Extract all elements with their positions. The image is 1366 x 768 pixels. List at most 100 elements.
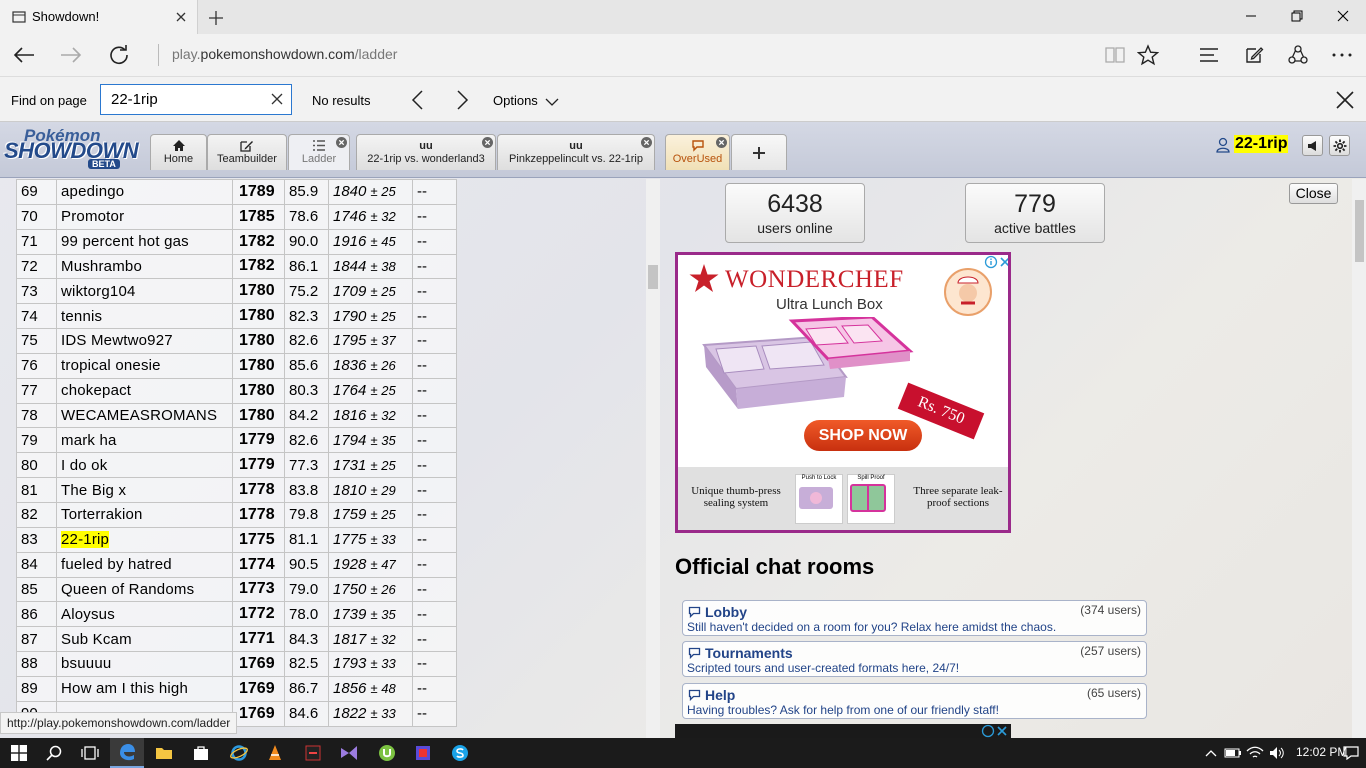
restore-icon[interactable] bbox=[1274, 0, 1320, 32]
favorite-star-icon[interactable] bbox=[1135, 42, 1161, 68]
sound-button[interactable] bbox=[1302, 135, 1323, 156]
showdown-logo[interactable]: Pokémon SHOWDOWN BETA bbox=[4, 126, 150, 172]
users-online-box[interactable]: 6438 users online bbox=[725, 183, 865, 243]
find-options-menu[interactable]: Options bbox=[493, 93, 559, 108]
ladder-scrollbar[interactable] bbox=[646, 179, 660, 738]
ladder-username[interactable]: How am I this high bbox=[61, 680, 188, 697]
ladder-username[interactable]: Torterrakion bbox=[61, 506, 143, 523]
ladder-username[interactable]: WECAMEASROMANS bbox=[61, 407, 217, 424]
main-scrollbar[interactable] bbox=[1352, 179, 1366, 738]
push-to-lock-label: Push to Lock bbox=[801, 475, 837, 481]
ladder-username[interactable]: I do ok bbox=[61, 457, 107, 474]
ladder-username[interactable]: Sub Kcam bbox=[61, 631, 132, 648]
visual-studio-icon[interactable] bbox=[332, 738, 366, 768]
room-help[interactable]: Help (65 users) Having troubles? Ask for… bbox=[682, 683, 1147, 719]
ladder-username[interactable]: chokepact bbox=[61, 382, 131, 399]
vlc-icon[interactable] bbox=[258, 738, 292, 768]
ladder-username[interactable]: apedingo bbox=[61, 183, 124, 200]
ladder-rank: 71 bbox=[16, 228, 57, 255]
url-field[interactable]: play.pokemonshowdown.com/ladder bbox=[172, 46, 397, 62]
ladder-username[interactable]: wiktorg104 bbox=[61, 283, 136, 300]
ad-info-close-icon[interactable] bbox=[981, 724, 1009, 738]
edge-taskbar-icon[interactable] bbox=[110, 738, 144, 768]
ladder-username[interactable]: bsuuuu bbox=[61, 655, 111, 672]
skype-icon[interactable] bbox=[443, 738, 477, 768]
tab-battle-2[interactable]: uu Pinkzeppelincult vs. 22-1rip bbox=[497, 134, 655, 170]
close-tab-icon[interactable] bbox=[716, 137, 727, 148]
ladder-username[interactable]: Promotor bbox=[61, 208, 124, 225]
find-input[interactable] bbox=[100, 84, 292, 115]
minimize-icon[interactable] bbox=[1228, 0, 1274, 32]
ladder-elo: 1782 bbox=[232, 253, 285, 280]
ladder-username[interactable]: The Big x bbox=[61, 482, 126, 499]
internet-explorer-icon[interactable] bbox=[222, 738, 256, 768]
store-icon[interactable] bbox=[184, 738, 218, 768]
room-lobby[interactable]: Lobby (374 users) Still haven't decided … bbox=[682, 600, 1147, 636]
volume-icon[interactable] bbox=[1260, 738, 1294, 768]
find-previous-icon[interactable] bbox=[408, 89, 428, 111]
forward-arrow-icon[interactable] bbox=[58, 42, 84, 68]
close-find-icon[interactable] bbox=[1334, 89, 1356, 111]
ladder-username[interactable]: Mushrambo bbox=[61, 258, 142, 275]
share-icon[interactable] bbox=[1285, 42, 1311, 68]
ladder-coil: -- bbox=[412, 228, 457, 255]
ladder-scrollbar-thumb[interactable] bbox=[648, 265, 658, 289]
tab-home[interactable]: Home bbox=[150, 134, 207, 170]
windows-start-icon[interactable] bbox=[2, 738, 36, 768]
refresh-icon[interactable] bbox=[106, 42, 132, 68]
close-tab-icon[interactable] bbox=[641, 137, 652, 148]
ladder-username[interactable]: 99 percent hot gas bbox=[61, 233, 189, 250]
tab-ladder[interactable]: Ladder bbox=[288, 134, 350, 170]
ladder-glicko-deviation: ± 25 bbox=[370, 507, 396, 523]
second-advertisement[interactable] bbox=[675, 724, 1011, 738]
back-arrow-icon[interactable] bbox=[11, 42, 37, 68]
close-button[interactable]: Close bbox=[1289, 183, 1338, 204]
username-button[interactable]: 22-1rip bbox=[1234, 135, 1289, 153]
settings-button[interactable] bbox=[1329, 135, 1350, 156]
utorrent-icon[interactable] bbox=[370, 738, 404, 768]
tab-battle-1[interactable]: uu 22-1rip vs. wonderland3 bbox=[356, 134, 496, 170]
web-note-icon[interactable] bbox=[1241, 42, 1267, 68]
notification-center-icon[interactable] bbox=[1336, 738, 1366, 768]
browser-tab-title: Showdown! bbox=[32, 9, 100, 24]
ladder-username[interactable]: Aloysus bbox=[61, 606, 115, 623]
room-tournaments[interactable]: Tournaments (257 users) Scripted tours a… bbox=[682, 641, 1147, 677]
ladder-username[interactable]: tropical onesie bbox=[61, 357, 161, 374]
find-next-icon[interactable] bbox=[452, 89, 472, 111]
app-icon[interactable] bbox=[406, 738, 440, 768]
close-tab-icon[interactable] bbox=[172, 8, 190, 26]
browser-tab[interactable]: Showdown! bbox=[0, 0, 198, 34]
file-explorer-icon[interactable] bbox=[147, 738, 181, 768]
ladder-gxe: 80.3 bbox=[284, 377, 329, 404]
more-options-icon[interactable] bbox=[1329, 42, 1355, 68]
ad-choices[interactable] bbox=[984, 255, 1008, 269]
ladder-username[interactable]: fueled by hatred bbox=[61, 556, 172, 573]
close-tab-icon[interactable] bbox=[336, 137, 347, 148]
ladder-username[interactable]: IDS Mewtwo927 bbox=[61, 332, 173, 349]
ladder-glicko-deviation: ± 35 bbox=[370, 432, 396, 448]
close-window-icon[interactable] bbox=[1320, 0, 1366, 32]
ladder-username[interactable]: tennis bbox=[61, 308, 102, 325]
main-scrollbar-thumb[interactable] bbox=[1355, 200, 1364, 262]
shop-now-button[interactable]: SHOP NOW bbox=[804, 420, 922, 451]
new-room-button[interactable] bbox=[731, 134, 787, 170]
app-icon[interactable] bbox=[296, 738, 330, 768]
reading-view-icon[interactable] bbox=[1102, 42, 1128, 68]
ladder-elo: 1769 bbox=[232, 675, 285, 702]
ladder-username[interactable]: 22-1rip bbox=[61, 531, 110, 549]
hub-icon[interactable] bbox=[1196, 42, 1222, 68]
search-icon[interactable] bbox=[37, 738, 71, 768]
active-battles-box[interactable]: 779 active battles bbox=[965, 183, 1105, 243]
advertisement[interactable]: WONDERCHEF Ultra Lunch Box Rs. 750 SHOP … bbox=[675, 252, 1011, 533]
clear-search-icon[interactable] bbox=[270, 92, 284, 106]
ladder-gxe: 84.3 bbox=[284, 626, 329, 653]
task-view-icon[interactable] bbox=[73, 738, 107, 768]
new-tab-icon[interactable] bbox=[206, 8, 226, 28]
tab-teambuilder[interactable]: Teambuilder bbox=[207, 134, 287, 170]
ladder-username[interactable]: Queen of Randoms bbox=[61, 581, 194, 598]
tab-overused-room[interactable]: OverUsed bbox=[665, 134, 730, 170]
ladder-username[interactable]: mark ha bbox=[61, 432, 117, 449]
close-tab-icon[interactable] bbox=[482, 137, 493, 148]
ladder-coil: -- bbox=[412, 303, 457, 330]
ladder-coil: -- bbox=[412, 328, 457, 354]
